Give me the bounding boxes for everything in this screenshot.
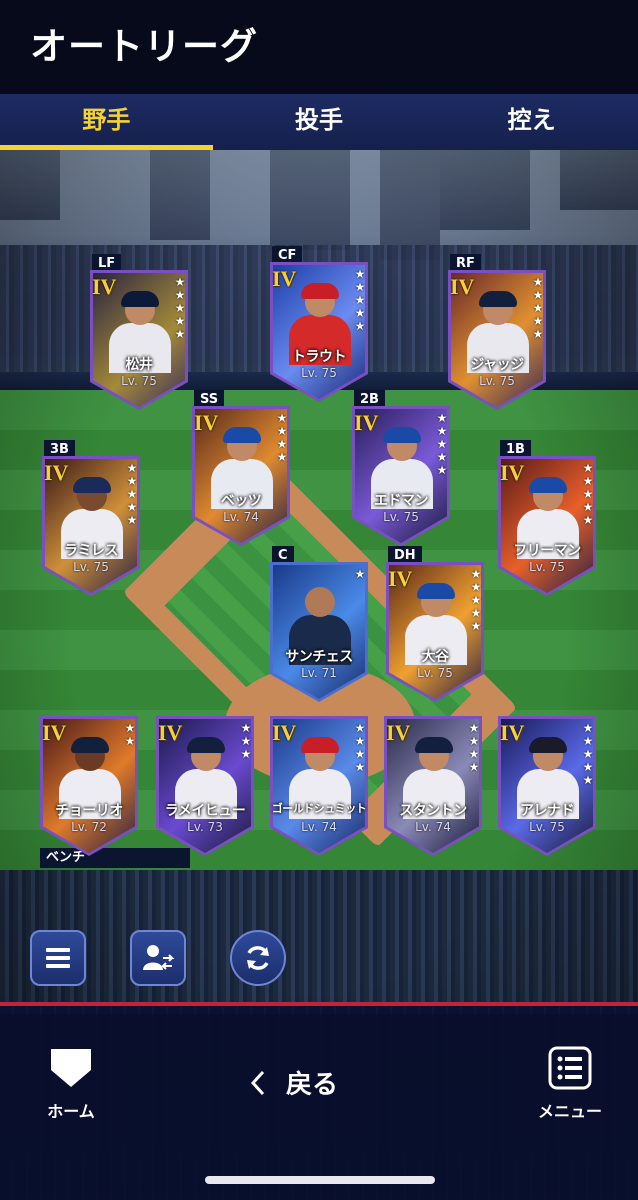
player-level: Lv. 75 [121, 374, 157, 388]
bench-card[interactable]: IV ★ ★ ★ ★ スタントン Lv. 74 [384, 716, 482, 856]
star-rating: ★ ★ ★ [240, 721, 252, 761]
star-rating: ★ ★ ★ ★ ★ [174, 275, 186, 341]
player-swap-icon [143, 945, 175, 970]
star-rating: ★ ★ ★ ★ ★ [126, 461, 138, 527]
list-button[interactable] [30, 930, 86, 986]
tier-badge: IV [500, 460, 525, 485]
tier-badge: IV [450, 274, 475, 299]
player-name: ジャッジ [470, 357, 524, 373]
player-card-2b[interactable]: IV ★ ★ ★ ★ ★ エドマン Lv. 75 [352, 406, 450, 546]
tier-badge: IV [194, 410, 219, 435]
player-name: フリーマン [513, 543, 581, 559]
tier-badge: IV [354, 410, 379, 435]
bench-card[interactable]: IV ★ ★ ★ ★ ゴールドシュミット Lv. 74 [270, 716, 368, 856]
home-plate-icon [51, 1049, 91, 1087]
tier-badge: IV [272, 720, 297, 745]
player-level: Lv. 75 [73, 560, 109, 574]
star-rating: ★ [354, 567, 366, 581]
player-level: Lv. 75 [417, 666, 453, 680]
bench-card[interactable]: IV ★ ★ ★ ラメイヒュー Lv. 73 [156, 716, 254, 856]
player-level: Lv. 74 [415, 820, 451, 834]
player-level: Lv. 74 [301, 820, 337, 834]
list-icon [46, 948, 70, 968]
player-card-lf[interactable]: IV ★ ★ ★ ★ ★ 松井 Lv. 75 [90, 270, 188, 410]
back-label: 戻る [286, 1070, 339, 1100]
tier-badge: IV [272, 266, 297, 291]
player-card-c[interactable]: ★ サンチェス Lv. 71 [270, 562, 368, 702]
menu-nav-button[interactable]: メニュー [530, 1046, 610, 1122]
player-card-rf[interactable]: IV ★ ★ ★ ★ ★ ジャッジ Lv. 75 [448, 270, 546, 410]
refresh-icon [247, 946, 269, 970]
player-name: アレナド [520, 803, 575, 819]
home-indicator [205, 1176, 435, 1184]
player-level: Lv. 75 [529, 820, 565, 834]
menu-label: メニュー [537, 1102, 602, 1121]
player-card-3b[interactable]: IV ★ ★ ★ ★ ★ ラミレス Lv. 75 [42, 456, 140, 596]
header-bar: オートリーグ [0, 0, 638, 94]
player-card-dh[interactable]: IV ★ ★ ★ ★ ★ 大谷 Lv. 75 [386, 562, 484, 702]
player-level: Lv. 71 [301, 666, 337, 680]
star-rating: ★ ★ ★ ★ [354, 721, 366, 774]
player-name: ゴールドシュミット [271, 802, 367, 815]
star-rating: ★ ★ [124, 721, 136, 748]
star-rating: ★ ★ ★ ★ ★ [532, 275, 544, 341]
bench-card[interactable]: IV ★ ★ ★ ★ ★ アレナド Lv. 75 [498, 716, 596, 856]
player-card-1b[interactable]: IV ★ ★ ★ ★ ★ フリーマン Lv. 75 [498, 456, 596, 596]
stadium-field: LF IV ★ ★ ★ ★ ★ 松井 Lv. 75 CF IV ★ ★ ★ ★ ★ トラウト L… [0, 150, 638, 1002]
player-name: 松井 [125, 357, 154, 373]
player-name: エドマン [374, 493, 429, 509]
tier-badge: IV [388, 566, 413, 591]
tab-reserves[interactable]: 控え [425, 94, 638, 150]
player-level: Lv. 72 [71, 820, 107, 834]
tab-pitchers[interactable]: 投手 [213, 94, 426, 150]
tab-bar: 野手 投手 控え [0, 94, 638, 150]
player-name: スタントン [399, 803, 467, 819]
tier-badge: IV [158, 720, 183, 745]
bottom-nav-bar: ホーム 戻る メニュー [0, 1002, 638, 1200]
back-button[interactable]: 戻る [250, 1064, 338, 1101]
player-name: チョーリオ [55, 803, 123, 819]
player-card-cf[interactable]: IV ★ ★ ★ ★ ★ トラウト Lv. 75 [270, 262, 368, 402]
bench-card[interactable]: IV ★ ★ チョーリオ Lv. 72 [40, 716, 138, 856]
player-swap-button[interactable] [130, 930, 186, 986]
tier-badge: IV [500, 720, 525, 745]
refresh-button[interactable] [230, 930, 286, 986]
home-label: ホーム [47, 1102, 95, 1121]
player-level: Lv. 75 [301, 366, 337, 380]
tier-badge: IV [92, 274, 117, 299]
player-name: ラミレス [64, 543, 119, 559]
player-name: 大谷 [421, 649, 450, 665]
star-rating: ★ ★ ★ ★ ★ [582, 461, 594, 527]
player-name: サンチェス [285, 649, 353, 665]
tab-fielders[interactable]: 野手 [0, 94, 213, 150]
chevron-left-icon [250, 1070, 265, 1095]
tier-badge: IV [386, 720, 411, 745]
player-level: Lv. 75 [479, 374, 515, 388]
menu-icon [548, 1046, 592, 1090]
star-rating: ★ ★ ★ ★ [276, 411, 288, 464]
player-level: Lv. 75 [529, 560, 565, 574]
player-name: トラウト [292, 349, 347, 365]
tier-badge: IV [42, 720, 67, 745]
star-rating: ★ ★ ★ ★ ★ [436, 411, 448, 477]
player-card-ss[interactable]: IV ★ ★ ★ ★ ベッツ Lv. 74 [192, 406, 290, 546]
star-rating: ★ ★ ★ ★ ★ [582, 721, 594, 787]
home-nav-button[interactable]: ホーム [36, 1046, 106, 1122]
player-name: ベッツ [220, 493, 262, 509]
player-name: ラメイヒュー [164, 803, 246, 819]
star-rating: ★ ★ ★ ★ ★ [354, 267, 366, 333]
player-level: Lv. 75 [383, 510, 419, 524]
star-rating: ★ ★ ★ ★ [468, 721, 480, 774]
player-level: Lv. 74 [223, 510, 259, 524]
star-rating: ★ ★ ★ ★ ★ [470, 567, 482, 633]
page-title: オートリーグ [30, 25, 258, 68]
tier-badge: IV [44, 460, 69, 485]
player-level: Lv. 73 [187, 820, 223, 834]
